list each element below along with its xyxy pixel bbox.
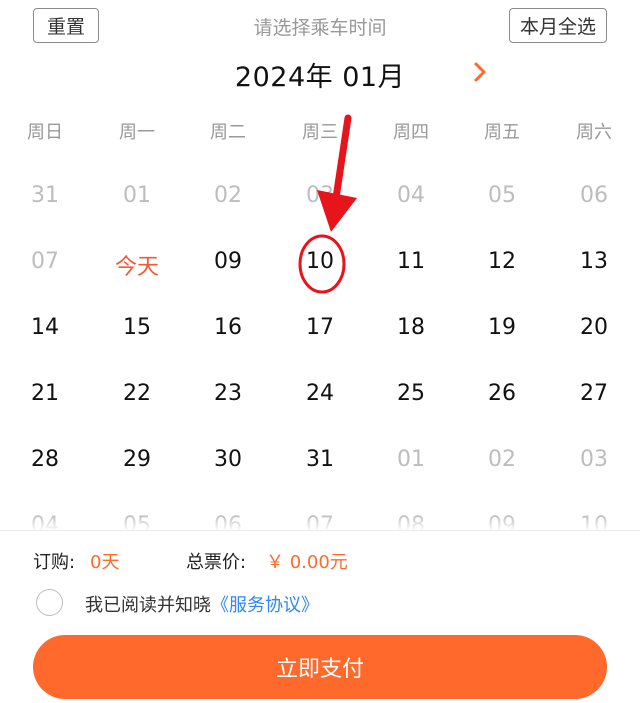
- day-cell[interactable]: 31: [280, 447, 360, 472]
- day-cell[interactable]: 23: [188, 381, 268, 406]
- day-cell[interactable]: 13: [554, 249, 634, 274]
- pay-now-button[interactable]: 立即支付: [33, 635, 607, 699]
- day-cell[interactable]: 20: [554, 315, 634, 340]
- day-cell[interactable]: 28: [5, 447, 85, 472]
- day-cell[interactable]: 17: [280, 315, 360, 340]
- day-cell: 03: [306, 183, 334, 208]
- day-cell: 01: [123, 183, 151, 208]
- total-price-value: ￥ 0.00元: [266, 552, 348, 573]
- day-cell[interactable]: 22: [97, 381, 177, 406]
- day-cell[interactable]: 10: [280, 249, 360, 274]
- day-cell[interactable]: 14: [5, 315, 85, 340]
- day-cell[interactable]: 25: [371, 381, 451, 406]
- calendar-grid: 31 01 02 03 04 05 06 07 今天 09 10 11 12 13 14 15 16 17 18 19…: [0, 0, 640, 530]
- day-cell: 07: [31, 249, 59, 274]
- day-cell[interactable]: 29: [97, 447, 177, 472]
- day-cell[interactable]: 30: [188, 447, 268, 472]
- order-label: 订购:: [33, 552, 76, 573]
- day-cell: 03: [580, 447, 608, 472]
- day-cell[interactable]: 15: [97, 315, 177, 340]
- day-cell-today[interactable]: 今天: [97, 249, 177, 281]
- day-cell[interactable]: 11: [371, 249, 451, 274]
- day-cell[interactable]: 21: [5, 381, 85, 406]
- day-cell[interactable]: 27: [554, 381, 634, 406]
- day-cell: 02: [214, 183, 242, 208]
- total-price-label: 总票价:: [186, 552, 247, 573]
- service-agreement-link[interactable]: 《服务协议》: [211, 595, 319, 616]
- day-cell: 04: [397, 183, 425, 208]
- day-cell: 06: [580, 183, 608, 208]
- day-cell: 01: [397, 447, 425, 472]
- day-cell: 31: [31, 183, 59, 208]
- day-cell[interactable]: 26: [462, 381, 542, 406]
- divider: [0, 530, 640, 531]
- day-cell[interactable]: 16: [188, 315, 268, 340]
- order-days-value: 0天: [90, 552, 120, 573]
- agreement-radio[interactable]: [36, 589, 63, 616]
- day-cell: 05: [488, 183, 516, 208]
- day-cell[interactable]: 24: [280, 381, 360, 406]
- day-cell[interactable]: 19: [462, 315, 542, 340]
- day-cell[interactable]: 12: [462, 249, 542, 274]
- day-cell[interactable]: 18: [371, 315, 451, 340]
- agreement-statement: 我已阅读并知晓: [85, 595, 211, 616]
- agreement-text: 我已阅读并知晓《服务协议》: [85, 591, 319, 617]
- day-cell: 02: [488, 447, 516, 472]
- calendar-fade: [0, 515, 640, 531]
- day-cell[interactable]: 09: [188, 249, 268, 274]
